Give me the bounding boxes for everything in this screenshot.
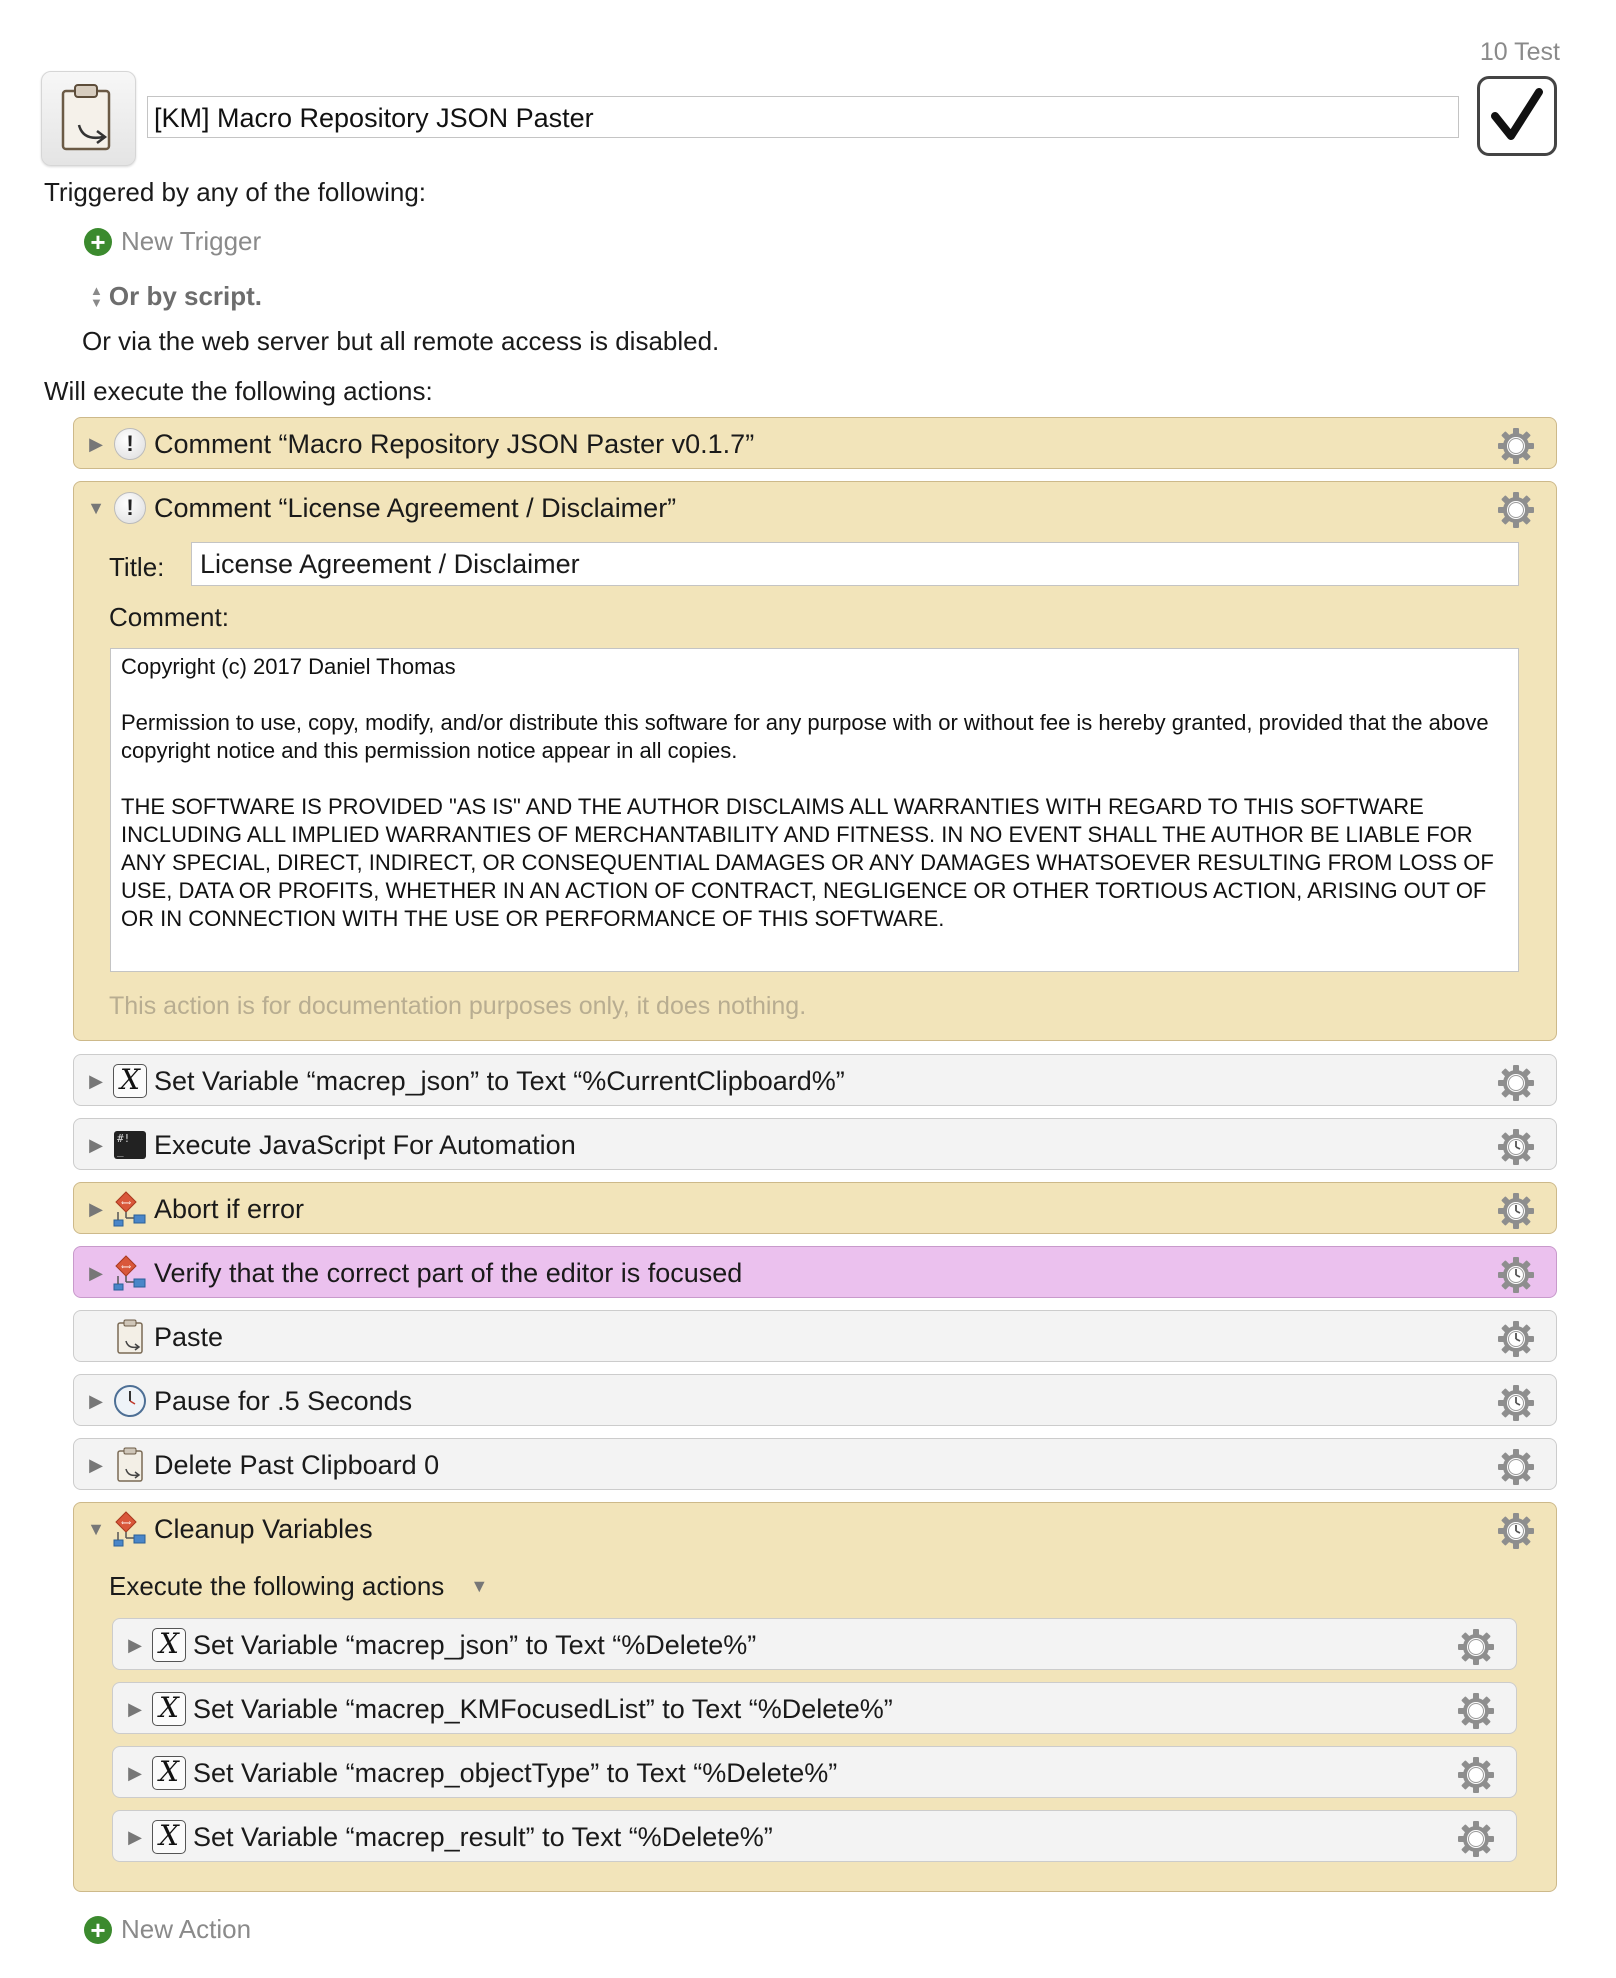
gear-icon[interactable]	[1496, 1447, 1536, 1487]
comment-icon: !	[114, 428, 146, 460]
script-trigger-label: Or by script.	[108, 281, 263, 311]
action-title: Comment “License Agreement / Disclaimer”	[154, 492, 677, 523]
new-trigger-label: New Trigger	[121, 226, 262, 256]
gear-icon[interactable]	[1456, 1819, 1496, 1859]
new-action-button[interactable]: + New Action	[84, 1914, 251, 1945]
gear-icon[interactable]	[1496, 426, 1536, 466]
macro-group-label: 10 Test	[1479, 38, 1560, 66]
clipboard-icon	[61, 83, 110, 150]
comment-icon: !	[114, 492, 146, 524]
clock-icon	[114, 1385, 146, 1417]
add-icon: +	[84, 1915, 112, 1944]
disclosure-triangle[interactable]: ▶	[80, 1455, 112, 1476]
execute-actions-label: Execute the following actions	[109, 1571, 445, 1601]
actions-heading: Will execute the following actions:	[44, 376, 433, 406]
variable-icon: X	[113, 1064, 147, 1098]
action-pause[interactable]: ▶ Pause for .5 Seconds	[73, 1374, 1557, 1426]
disclosure-triangle[interactable]: ▶	[119, 1763, 151, 1784]
action-title: Set Variable “macrep_KMFocusedList” to T…	[193, 1693, 893, 1724]
inner-action-set-variable[interactable]: ▶ X Set Variable “macrep_json” to Text “…	[112, 1618, 1517, 1670]
action-execute-jxa[interactable]: ▶ #! _ Execute JavaScript For Automation	[73, 1118, 1557, 1170]
gear-icon[interactable]	[1496, 1063, 1536, 1103]
variable-icon: X	[152, 1692, 186, 1726]
action-verify-focus[interactable]: ▶ Verify that the correct part of the ed…	[73, 1246, 1557, 1298]
gear-icon[interactable]	[1456, 1691, 1496, 1731]
action-title: Pause for .5 Seconds	[154, 1385, 413, 1416]
action-comment-license[interactable]: ▼ ! Comment “License Agreement / Disclai…	[73, 481, 1557, 1041]
inner-action-set-variable[interactable]: ▶ X Set Variable “macrep_result” to Text…	[112, 1810, 1517, 1862]
action-title: Abort if error	[154, 1193, 305, 1224]
gear-icon[interactable]	[1456, 1627, 1496, 1667]
variable-icon: X	[152, 1820, 186, 1854]
variable-icon: X	[152, 1628, 186, 1662]
action-title: Delete Past Clipboard 0	[154, 1449, 440, 1480]
macro-enabled-checkbox[interactable]	[1477, 76, 1557, 156]
flowchart-icon	[113, 1255, 146, 1291]
checkmark-icon	[1491, 88, 1543, 140]
comment-label: Comment:	[109, 602, 229, 632]
disclosure-triangle[interactable]: ▶	[80, 1135, 112, 1156]
gear-clock-icon[interactable]	[1496, 1319, 1536, 1359]
action-title: Verify that the correct part of the edit…	[154, 1257, 743, 1288]
macro-icon[interactable]	[41, 71, 136, 166]
gear-icon[interactable]	[1496, 490, 1536, 530]
disclosure-triangle[interactable]: ▶	[119, 1699, 151, 1720]
action-title: Execute JavaScript For Automation	[154, 1129, 576, 1160]
action-title: Comment “Macro Repository JSON Paster v0…	[154, 428, 755, 459]
gear-clock-icon[interactable]	[1496, 1255, 1536, 1295]
action-title: Paste	[154, 1321, 224, 1352]
disclosure-triangle[interactable]: ▶	[80, 1071, 112, 1092]
title-field-value: License Agreement / Disclaimer	[200, 549, 580, 579]
terminal-icon: #! _	[114, 1131, 146, 1159]
disclosure-triangle[interactable]: ▶	[80, 1391, 112, 1412]
comment-textarea[interactable]: Copyright (c) 2017 Daniel Thomas Permiss…	[110, 648, 1519, 972]
action-title: Set Variable “macrep_json” to Text “%Del…	[193, 1629, 757, 1660]
disclosure-triangle[interactable]: ▶	[80, 1199, 112, 1220]
gear-clock-icon[interactable]	[1496, 1127, 1536, 1167]
triggers-heading: Triggered by any of the following:	[44, 177, 427, 207]
updown-chevron-icon: ▲ ▼	[90, 282, 103, 310]
gear-icon[interactable]	[1456, 1755, 1496, 1795]
title-field[interactable]: License Agreement / Disclaimer	[191, 542, 1519, 586]
disclosure-triangle[interactable]: ▶	[80, 1263, 112, 1284]
action-comment-version[interactable]: ▶ ! Comment “Macro Repository JSON Paste…	[73, 417, 1557, 469]
inner-action-set-variable[interactable]: ▶ X Set Variable “macrep_KMFocusedList” …	[112, 1682, 1517, 1734]
new-trigger-button[interactable]: + New Trigger	[84, 226, 261, 257]
clipboard-icon	[117, 1447, 143, 1482]
flowchart-icon	[113, 1191, 146, 1227]
action-abort-if-error[interactable]: ▶ Abort if error	[73, 1182, 1557, 1234]
macro-name-field[interactable]: [KM] Macro Repository JSON Paster	[147, 96, 1459, 138]
new-action-label: New Action	[121, 1914, 252, 1944]
action-delete-clipboard[interactable]: ▶ Delete Past Clipboard 0	[73, 1438, 1557, 1490]
disclosure-triangle[interactable]: ▶	[119, 1635, 151, 1656]
action-paste[interactable]: Paste	[73, 1310, 1557, 1362]
disclosure-triangle-open[interactable]: ▼	[80, 1519, 112, 1540]
disclosure-triangle[interactable]: ▶	[80, 434, 112, 455]
disclosure-triangle-open[interactable]: ▼	[80, 498, 112, 519]
clipboard-icon	[117, 1319, 143, 1354]
flowchart-icon	[113, 1511, 146, 1547]
action-title: Set Variable “macrep_json” to Text “%Cur…	[154, 1065, 845, 1096]
action-title: Set Variable “macrep_result” to Text “%D…	[193, 1821, 773, 1852]
title-label: Title:	[109, 552, 165, 582]
action-title: Cleanup Variables	[154, 1513, 373, 1544]
inner-action-set-variable[interactable]: ▶ X Set Variable “macrep_objectType” to …	[112, 1746, 1517, 1798]
gear-clock-icon[interactable]	[1496, 1383, 1536, 1423]
script-trigger-toggle[interactable]: ▲ ▼ Or by script.	[90, 281, 262, 312]
execute-actions-popup[interactable]: Execute the following actions ▼	[109, 1571, 488, 1602]
dropdown-arrow-icon: ▼	[470, 1576, 489, 1596]
documentation-note: This action is for documentation purpose…	[109, 992, 807, 1020]
action-set-variable[interactable]: ▶ X Set Variable “macrep_json” to Text “…	[73, 1054, 1557, 1106]
variable-icon: X	[152, 1756, 186, 1790]
gear-clock-icon[interactable]	[1496, 1191, 1536, 1231]
web-server-note: Or via the web server but all remote acc…	[82, 326, 720, 356]
action-title: Set Variable “macrep_objectType” to Text…	[193, 1757, 838, 1788]
disclosure-triangle[interactable]: ▶	[119, 1827, 151, 1848]
add-icon: +	[84, 227, 112, 256]
gear-clock-icon[interactable]	[1496, 1511, 1536, 1551]
comment-text: Copyright (c) 2017 Daniel Thomas Permiss…	[121, 654, 1494, 931]
